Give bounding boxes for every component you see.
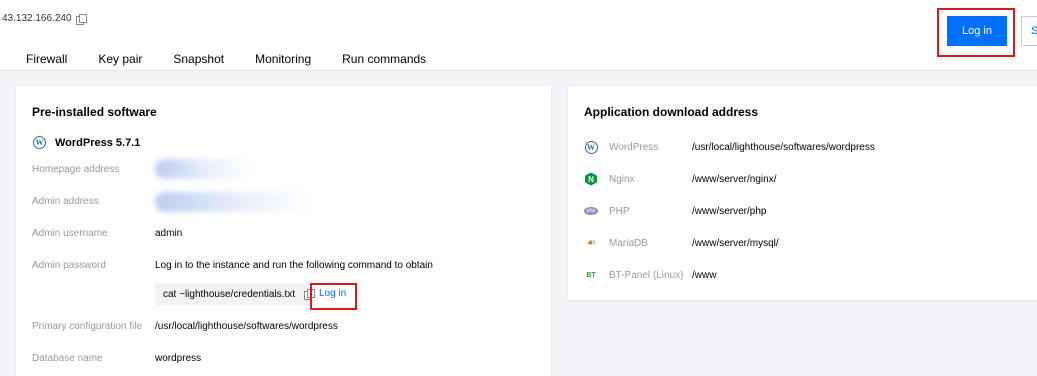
app-row-mariadb: ☙ MariaDB /www/server/mysql/ (584, 236, 779, 250)
login-button[interactable]: Log in (947, 16, 1007, 46)
secondary-header-button[interactable]: S (1021, 16, 1037, 46)
tab-bar: Firewall Key pair Snapshot Monitoring Ru… (26, 52, 457, 66)
tab-firewall[interactable]: Firewall (26, 52, 67, 66)
app-row-nginx: N Nginx /www/server/nginx/ (584, 172, 776, 186)
app-row-php: php PHP /www/server/php (584, 204, 766, 218)
app-path: /usr/local/lighthouse/softwares/wordpres… (692, 141, 875, 153)
app-name: Nginx (609, 173, 635, 185)
homepage-address-label: Homepage address (32, 164, 120, 175)
mariadb-icon: ☙ (586, 237, 596, 249)
tab-monitoring[interactable]: Monitoring (255, 52, 311, 66)
card-title: Application download address (584, 105, 759, 119)
instance-ip: 43.132.166.240 (2, 13, 87, 25)
ip-address: 43.132.166.240 (2, 13, 72, 24)
primary-config-value: /usr/local/lighthouse/softwares/wordpres… (155, 321, 338, 332)
app-row-bt-panel: BT BT-Panel (Linux) /www (584, 268, 716, 282)
nginx-icon: N (584, 172, 598, 186)
app-path: /www (692, 269, 717, 281)
database-name-label: Database name (32, 353, 103, 364)
card-title: Pre-installed software (32, 105, 157, 119)
admin-address-value-blurred (155, 192, 313, 212)
command-box: cat ~lighthouse/credentials.txt (155, 283, 311, 305)
software-name: WordPress 5.7.1 (55, 136, 141, 149)
app-path: /www/server/mysql/ (692, 237, 779, 249)
app-path: /www/server/php (692, 205, 767, 217)
copy-icon[interactable] (75, 13, 87, 25)
app-download-card: Application download address W WordPress… (568, 87, 1037, 300)
admin-username-label: Admin username (32, 228, 108, 239)
tab-key-pair[interactable]: Key pair (98, 52, 142, 66)
php-icon: php (584, 204, 598, 218)
app-name: BT-Panel (Linux) (609, 269, 684, 281)
homepage-address-value-blurred (155, 159, 253, 179)
tab-snapshot[interactable]: Snapshot (173, 52, 224, 66)
wordpress-icon: W (584, 140, 598, 154)
software-header: W WordPress 5.7.1 (33, 136, 140, 149)
app-row-wordpress: W WordPress /usr/local/lighthouse/softwa… (584, 140, 875, 154)
app-name: PHP (609, 205, 630, 217)
admin-password-label: Admin password (32, 260, 106, 271)
preinstalled-software-card: Pre-installed software W WordPress 5.7.1… (16, 87, 551, 376)
app-name: WordPress (609, 141, 659, 153)
wordpress-icon: W (33, 136, 46, 149)
login-link[interactable]: Log in (319, 288, 346, 299)
app-name: MariaDB (609, 237, 648, 249)
primary-config-label: Primary configuration file (32, 321, 143, 332)
header-bar: 43.132.166.240 Log in S Firewall Key pai… (0, 0, 1037, 71)
command-text: cat ~lighthouse/credentials.txt (163, 288, 296, 300)
tab-run-commands[interactable]: Run commands (342, 52, 426, 66)
admin-password-hint: Log in to the instance and run the follo… (155, 260, 433, 271)
admin-username-value: admin (155, 228, 183, 239)
app-path: /www/server/nginx/ (692, 173, 777, 185)
admin-address-label: Admin address (32, 196, 99, 207)
database-name-value: wordpress (155, 353, 202, 364)
bt-panel-icon: BT (586, 271, 596, 279)
